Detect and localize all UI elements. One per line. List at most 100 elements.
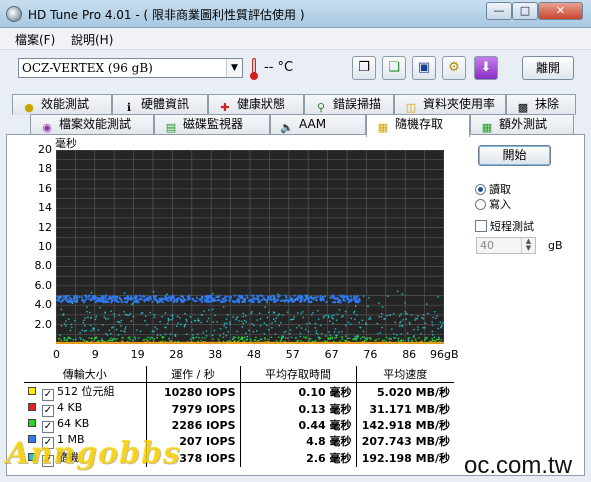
chart-point	[329, 296, 332, 299]
download-button[interactable]: ⬇	[474, 56, 498, 80]
tab-aam[interactable]: 🔈 AAM	[270, 114, 366, 135]
series-checkbox[interactable]: ✓	[42, 421, 54, 433]
start-button[interactable]: 開始	[478, 145, 551, 166]
app-icon[interactable]	[6, 6, 22, 22]
chart-point	[369, 318, 372, 320]
chevron-down-icon[interactable]: ▼	[226, 59, 242, 77]
chart-point	[175, 300, 178, 303]
row-speed: 31.171 MB/秒	[355, 401, 454, 417]
chart-point	[184, 312, 186, 315]
chart-point	[90, 330, 92, 332]
copy-all-button[interactable]: ❏	[382, 56, 406, 80]
chart-point	[358, 321, 360, 324]
menu-help[interactable]: 說明(H)	[68, 31, 116, 48]
chart-point	[223, 325, 225, 327]
short-test-checkbox[interactable]: 短程測試	[475, 218, 534, 234]
chart-point	[105, 332, 107, 335]
tab-file-benchmark[interactable]: ◉ 檔案效能測試	[30, 114, 154, 135]
chart-point	[123, 330, 125, 332]
chart-point	[152, 340, 155, 342]
chart-point	[207, 317, 210, 320]
chart-point	[219, 300, 222, 303]
chart-point	[126, 295, 129, 298]
copy-all-icon: ❏	[388, 60, 400, 75]
chart-point	[88, 337, 90, 339]
chart-point	[290, 318, 292, 321]
chart-point	[322, 299, 325, 302]
chart-point	[406, 313, 408, 315]
copy-button[interactable]: ❐	[352, 56, 376, 80]
chart-point	[415, 317, 417, 320]
chart-point	[333, 297, 336, 300]
chart-point	[120, 319, 123, 322]
series-color-swatch	[28, 403, 36, 411]
read-radio[interactable]: 讀取	[475, 181, 511, 197]
chart-point	[133, 300, 136, 303]
tab-info[interactable]: ℹ 硬體資訊	[112, 94, 208, 115]
tab-error-scan[interactable]: ⚲ 錯誤掃描	[304, 94, 394, 115]
chart-point	[271, 322, 273, 324]
title-bar[interactable]: HD Tune Pro 4.01 - ( 限非商業圖利性質評估使用 ) — □ …	[0, 0, 591, 28]
short-test-size-input[interactable]: 40 ▲ ▼	[476, 237, 536, 254]
chart-point	[93, 327, 95, 330]
read-radio-dot[interactable]	[475, 184, 486, 195]
maximize-button[interactable]: □	[512, 2, 538, 20]
tab-disk-monitor[interactable]: ▤ 磁碟監視器	[154, 114, 270, 135]
chart-point	[423, 339, 426, 341]
chart-point	[113, 299, 116, 302]
chart-point	[402, 319, 404, 321]
chart-point	[124, 328, 127, 330]
write-radio[interactable]: 寫入	[475, 196, 511, 212]
close-button[interactable]: ✕	[538, 2, 583, 20]
save-button[interactable]: ▣	[412, 56, 436, 80]
chart-point	[92, 329, 95, 331]
write-radio-dot[interactable]	[475, 199, 486, 210]
x-tick-label: 57	[285, 348, 300, 361]
chart-plot-area	[56, 150, 444, 344]
chart-point	[223, 322, 226, 325]
chart-point	[146, 298, 149, 301]
chart-point	[81, 329, 83, 331]
chart-point	[244, 336, 246, 339]
spinner-arrows-icon[interactable]: ▲ ▼	[521, 238, 535, 253]
chart-point	[327, 337, 329, 339]
series-checkbox[interactable]: ✓	[42, 389, 54, 401]
chart-point	[277, 336, 280, 338]
chart-point	[277, 293, 279, 296]
drive-select[interactable]: OCZ-VERTEX (96 gB) ▼	[18, 58, 243, 78]
chart-point	[287, 311, 289, 313]
chart-point	[297, 312, 299, 314]
chart-point	[189, 338, 192, 340]
chart-point	[115, 298, 118, 301]
chart-point	[293, 318, 295, 320]
chart-point	[126, 314, 129, 316]
chart-point	[146, 324, 148, 326]
chart-point	[86, 306, 88, 308]
chart-point	[317, 333, 319, 335]
exit-button[interactable]: 離開	[522, 56, 574, 80]
chart-point	[101, 295, 104, 298]
chart-point	[184, 323, 187, 325]
minimize-button[interactable]: —	[486, 2, 512, 20]
tab-health[interactable]: ✚ 健康狀態	[208, 94, 304, 115]
chart-point	[118, 314, 121, 316]
chart-point	[397, 340, 400, 342]
tab-extra-tests[interactable]: ▦ 額外測試	[470, 114, 574, 135]
chart-point	[245, 294, 248, 297]
random-access-icon: ▦	[377, 121, 389, 134]
tab-benchmark[interactable]: ● 效能測試	[12, 94, 112, 115]
chart-point	[216, 295, 219, 298]
chart-point	[186, 320, 188, 322]
chart-point	[366, 338, 368, 340]
chart-point	[83, 319, 85, 322]
series-checkbox[interactable]: ✓	[42, 405, 54, 417]
options-button[interactable]: ⚙	[442, 56, 466, 80]
tab-random-access[interactable]: ▦ 隨機存取	[366, 114, 470, 137]
chart-point	[334, 301, 337, 304]
tab-erase[interactable]: ▩ 抹除	[506, 94, 576, 115]
menu-file[interactable]: 檔案(F)	[12, 31, 58, 48]
chart-point	[179, 317, 181, 319]
tab-folder-usage[interactable]: ◫ 資料夾使用率	[394, 94, 506, 115]
chart-point	[356, 337, 358, 339]
short-test-check[interactable]	[475, 220, 487, 232]
